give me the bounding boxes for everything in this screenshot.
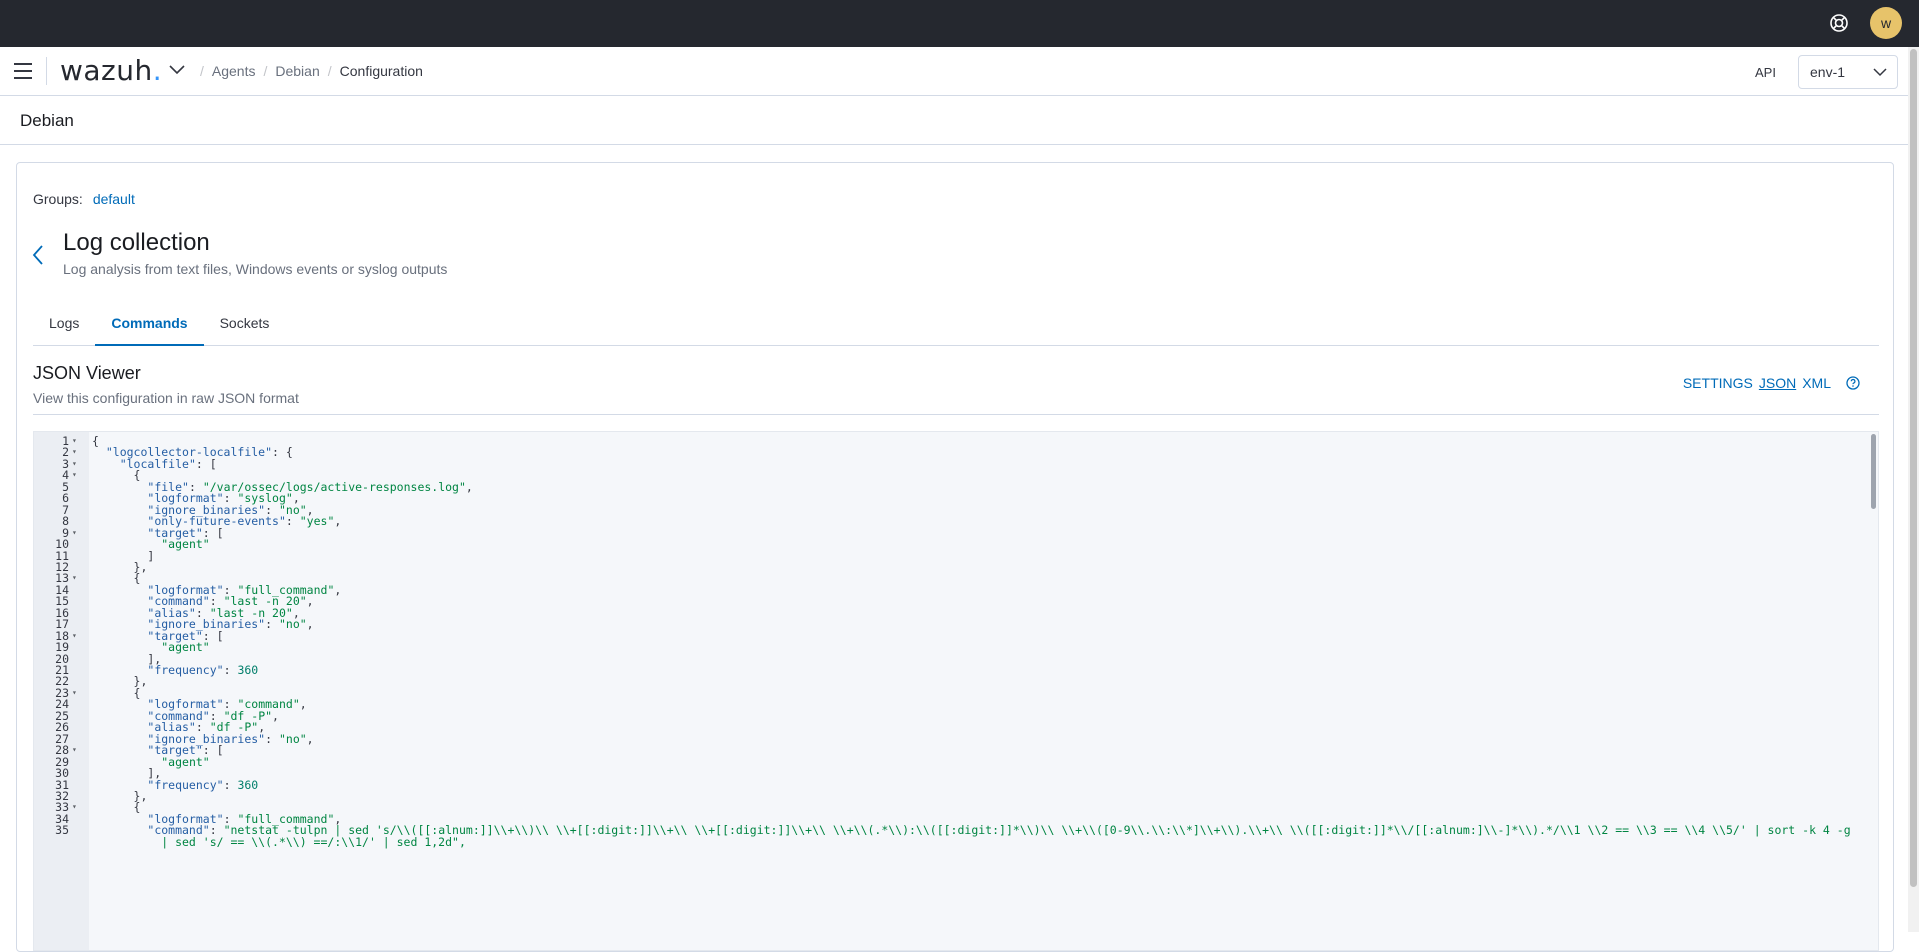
settings-link[interactable]: SETTINGS [1683,375,1753,391]
breadcrumb-agent[interactable]: Debian [275,63,319,79]
page-title: Debian [20,111,74,130]
configuration-panel: Groups: default Log collection Log analy… [16,162,1894,952]
section-description: Log analysis from text files, Windows ev… [63,261,448,277]
user-avatar[interactable]: w [1870,7,1902,39]
page-header: Debian [0,96,1908,145]
breadcrumb-agents[interactable]: Agents [212,63,256,79]
json-viewer-description: View this configuration in raw JSON form… [33,390,299,406]
breadcrumb-separator: / [263,63,268,79]
page-scrollbar-thumb[interactable] [1910,49,1917,887]
viewer-actions: SETTINGS JSON XML [1683,375,1861,391]
group-link-default[interactable]: default [93,191,135,207]
groups-row: Groups: default [33,191,135,207]
breadcrumb: / Agents / Debian / Configuration [192,63,423,79]
help-ring-icon[interactable] [1828,12,1850,34]
chevron-down-icon [1873,68,1887,77]
groups-label: Groups: [33,191,83,207]
hamburger-menu-icon[interactable] [14,63,32,79]
breadcrumb-current: Configuration [339,63,423,79]
code-text: | sed 's/ == \\(.*\\) ==/:\\1/' | sed 1,… [92,834,466,849]
question-circle-icon[interactable] [1845,375,1861,391]
code-line: | sed 's/ == \\(.*\\) ==/:\\1/' | sed 1,… [34,834,1878,849]
tab-commands[interactable]: Commands [95,303,204,346]
divider [33,414,1879,415]
chevron-left-icon[interactable] [31,243,45,267]
wazuh-logo[interactable]: wazuh. [60,54,162,87]
top-header-bar: w [0,0,1919,47]
api-env-select[interactable]: env-1 [1798,55,1898,89]
api-env-value: env-1 [1810,64,1846,80]
api-label: API [1755,65,1776,80]
nav-divider [46,57,47,85]
chevron-down-icon[interactable] [168,63,186,77]
json-code-editor[interactable]: 1 ▾{2 ▾ "logcollector-localfile": {3 ▾ "loc… [33,431,1879,951]
tab-sockets[interactable]: Sockets [204,303,286,346]
json-viewer-title: JSON Viewer [33,363,141,383]
section-title: Log collection [63,229,210,256]
json-link[interactable]: JSON [1759,375,1796,391]
xml-link[interactable]: XML [1802,375,1831,391]
breadcrumb-separator: / [200,63,204,79]
app-navbar: wazuh. / Agents / Debian / Configuration… [0,47,1908,96]
tabs: Logs Commands Sockets [33,303,1879,346]
tab-logs[interactable]: Logs [33,303,95,346]
breadcrumb-separator: / [327,63,332,79]
